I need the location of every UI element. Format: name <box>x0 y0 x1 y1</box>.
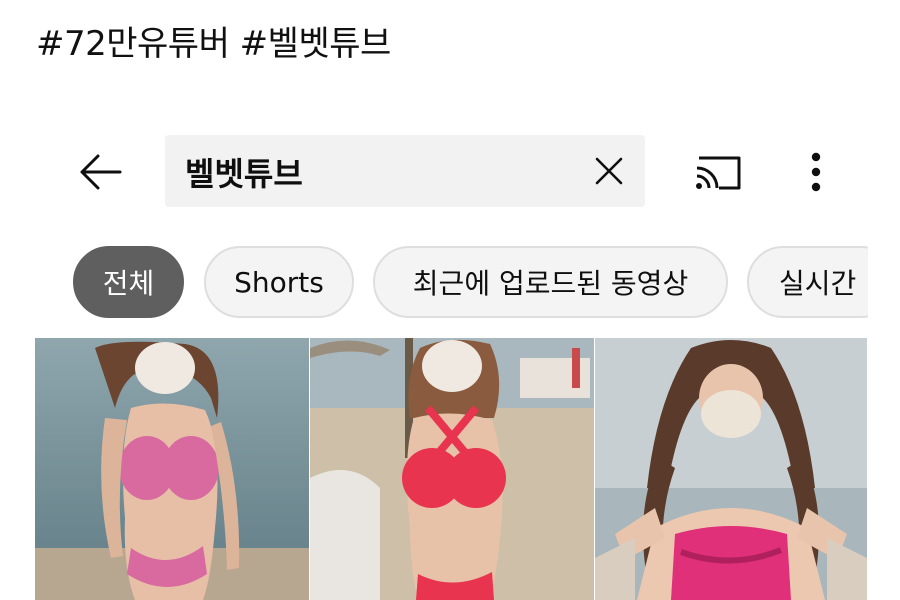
chip-live[interactable]: 실시간 <box>747 246 868 318</box>
more-options-button[interactable] <box>796 146 836 198</box>
chip-all[interactable]: 전체 <box>73 246 184 318</box>
chip-shorts[interactable]: Shorts <box>204 246 354 318</box>
shorts-results-row <box>35 338 867 600</box>
search-query: 벨벳튜브 <box>185 155 303 193</box>
chip-recently-uploaded[interactable]: 최근에 업로드된 동영상 <box>373 246 728 318</box>
filter-chip-row: 전체 Shorts 최근에 업로드된 동영상 실시간 <box>0 246 868 320</box>
short-thumbnail[interactable] <box>35 338 309 600</box>
post-hashtags: #72만유튜버 #벨벳튜브 <box>36 24 391 64</box>
short-thumbnail[interactable] <box>310 338 594 600</box>
more-vert-icon <box>811 152 821 192</box>
chip-label: 전체 <box>102 267 155 300</box>
close-icon <box>595 157 623 185</box>
arrow-back-icon <box>80 154 122 190</box>
video-thumbnail-image <box>310 338 594 600</box>
search-input[interactable]: 벨벳튜브 <box>165 135 645 207</box>
chip-label: Shorts <box>234 265 324 299</box>
cast-button[interactable] <box>690 150 746 196</box>
video-thumbnail-image <box>35 338 309 600</box>
video-thumbnail-image <box>595 338 867 600</box>
chip-label: 최근에 업로드된 동영상 <box>412 267 689 300</box>
cast-icon <box>696 156 741 190</box>
chip-label: 실시간 <box>779 267 857 300</box>
short-thumbnail[interactable] <box>595 338 867 600</box>
back-button[interactable] <box>72 146 128 198</box>
clear-search-button[interactable] <box>587 149 631 193</box>
youtube-search-bar: 벨벳튜브 <box>0 126 900 218</box>
